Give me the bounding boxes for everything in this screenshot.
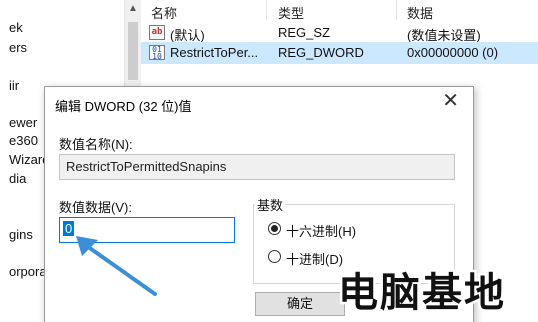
scrollbar-thumb[interactable] xyxy=(128,22,138,80)
ok-button[interactable]: 确定 xyxy=(255,292,345,316)
dialog-title: 编辑 DWORD (32 位)值 xyxy=(55,99,192,114)
value-name: RestrictToPer... xyxy=(170,45,259,60)
tree-item[interactable]: ek xyxy=(9,20,23,35)
hex-radio[interactable] xyxy=(268,222,281,235)
tree-item[interactable]: dia xyxy=(9,171,26,186)
decimal-radio[interactable] xyxy=(268,250,281,263)
value-row-selected[interactable]: 01 10 RestrictToPer... REG_DWORD 0x000000… xyxy=(141,42,538,64)
value-type: REG_SZ xyxy=(278,25,331,40)
dword-value-icon: 01 10 xyxy=(149,45,165,60)
value-data: 0x00000000 (0) xyxy=(407,45,499,60)
value-name-field: RestrictToPermittedSnapins xyxy=(59,154,455,180)
value-type: REG_DWORD xyxy=(278,45,364,60)
base-group-label: 基数 xyxy=(255,195,286,214)
close-icon[interactable]: ✕ xyxy=(442,91,459,111)
column-divider[interactable] xyxy=(396,0,397,20)
value-data-label: 数值数据(V): xyxy=(59,200,132,215)
hex-radio-label[interactable]: 十六进制(H) xyxy=(286,221,356,240)
column-header-data[interactable]: 数据 xyxy=(407,3,433,22)
tree-item[interactable]: ers xyxy=(9,40,27,55)
svg-text:电脑基地: 电脑基地 xyxy=(338,270,506,316)
tree-item[interactable]: gins xyxy=(9,227,33,242)
value-name-label: 数值名称(N): xyxy=(59,137,133,152)
tree-item[interactable]: e360 xyxy=(9,133,38,148)
watermark-logo: 电脑基地 xyxy=(336,268,507,317)
tree-item[interactable]: iir xyxy=(9,78,19,93)
decimal-radio-label[interactable]: 十进制(D) xyxy=(286,249,343,268)
column-header-type[interactable]: 类型 xyxy=(278,3,304,22)
string-value-icon: ab xyxy=(149,25,165,40)
scroll-up-icon[interactable]: ▲ xyxy=(128,3,138,14)
tree-item[interactable]: ewer xyxy=(9,115,37,130)
column-divider[interactable] xyxy=(266,0,267,20)
column-header-name[interactable]: 名称 xyxy=(151,3,177,22)
arrow-pointer-icon xyxy=(76,236,157,296)
value-row[interactable]: ab (默认) REG_SZ (数值未设置) xyxy=(141,22,538,44)
